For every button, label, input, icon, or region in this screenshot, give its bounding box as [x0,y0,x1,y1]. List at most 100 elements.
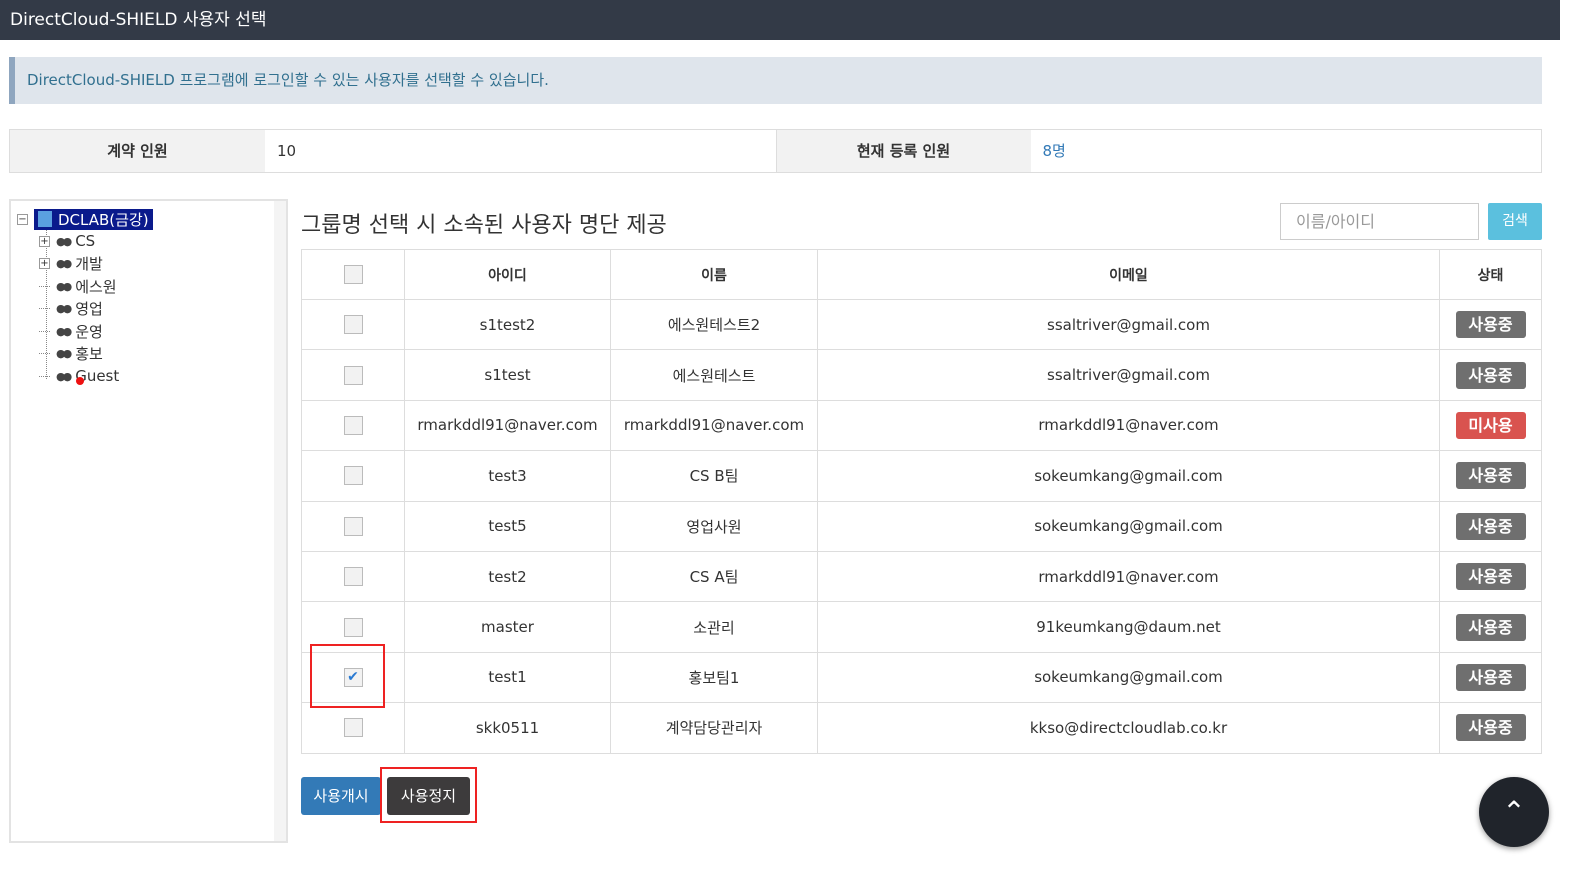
group-icon: ●● [56,279,72,293]
table-row[interactable]: test5 영업사원 sokeumkang@gmail.com 사용중 [301,500,1542,552]
scroll-top-button[interactable]: ⌃ [1479,777,1549,847]
group-icon: ●● [56,234,72,248]
cell-id: test1 [404,651,611,704]
group-icon: ●● [56,257,72,270]
status-badge[interactable]: 미사용 [1455,411,1526,439]
status-badge[interactable]: 사용중 [1455,311,1526,339]
start-use-button[interactable]: 사용개시 [301,777,381,815]
table-row[interactable]: master 소관리 91keumkang@daum.net 사용중 [301,601,1542,653]
tree-group[interactable]: ●● 영업 [39,299,103,319]
tree-group[interactable]: + ●● CS [39,231,95,251]
guest-dot-icon [76,377,84,385]
table-row[interactable]: s1test 에스원테스트 ssaltriver@gmail.com 사용중 [301,349,1542,401]
info-alert: DirectCloud-SHIELD 프로그램에 로그인할 수 있는 사용자를 … [9,57,1542,104]
col-status: 상태 [1439,249,1542,300]
row-checkbox[interactable] [343,718,363,738]
status-badge[interactable]: 사용중 [1455,663,1526,691]
row-checkbox[interactable] [343,567,363,587]
collapse-icon[interactable]: − [17,213,28,225]
highlight-checkbox [310,644,385,708]
cell-email: rmarkddl91@naver.com [817,550,1440,603]
cell-name: 계약담당관리자 [610,702,818,754]
search-button[interactable]: 검색 [1488,203,1542,240]
status-badge[interactable]: 사용중 [1455,361,1526,389]
tree-group-label: 에스원 [75,277,117,296]
contract-label: 계약 인원 [10,130,265,172]
row-checkbox[interactable] [343,617,363,637]
cell-id: master [404,601,611,653]
tree-group-label: CS [75,232,96,250]
section-heading: 그룹명 선택 시 소속된 사용자 명단 제공 [301,213,667,238]
table-row[interactable]: test3 CS B팀 sokeumkang@gmail.com 사용중 [301,450,1542,502]
cell-email: sokeumkang@gmail.com [817,651,1440,704]
table-row[interactable]: test2 CS A팀 rmarkddl91@naver.com 사용중 [301,550,1542,603]
cell-name: 홍보팀1 [610,651,818,704]
group-icon: ●● [56,347,72,360]
table-row[interactable]: s1test2 에스원테스트2 ssaltriver@gmail.com 사용중 [301,298,1542,351]
user-table: 아이디 이름 이메일 상태 s1test2 에스원테스트2 ssaltriver… [301,249,1542,754]
row-checkbox[interactable] [343,415,363,435]
row-checkbox[interactable] [343,466,363,486]
cell-id: test2 [404,550,611,603]
tree-group-label: 운영 [75,322,103,341]
cell-name: 에스원테스트 [610,349,818,401]
group-icon: ●● [56,369,72,383]
cell-email: sokeumkang@gmail.com [817,500,1440,552]
cell-id: test3 [404,450,611,502]
expand-icon[interactable]: + [39,235,50,247]
cell-email: kkso@directcloudlab.co.kr [817,702,1440,754]
contract-value: 10 [277,142,297,160]
row-checkbox[interactable] [343,315,363,335]
status-badge[interactable]: 사용중 [1455,512,1526,540]
tree-connector [39,353,50,354]
group-icon: ●● [56,324,72,338]
status-badge[interactable]: 사용중 [1455,613,1526,641]
cell-name: rmarkddl91@naver.com [610,399,818,452]
registered-value: 8명 [1042,142,1066,160]
expand-icon[interactable]: + [39,258,50,269]
tree-group[interactable]: ●● 에스원 [39,276,117,296]
table-row[interactable]: ✔ test1 홍보팀1 sokeumkang@gmail.com 사용중 [301,651,1542,704]
window-title: DirectCloud-SHIELD 사용자 선택 [0,0,1560,40]
tree-connector [39,375,50,377]
tree-group[interactable]: ●● Guest [39,366,119,386]
table-row[interactable]: rmarkddl91@naver.com rmarkddl91@naver.co… [301,399,1542,452]
tree-resize-handle[interactable] [274,201,286,841]
cell-email: sokeumkang@gmail.com [817,450,1440,502]
row-checkbox[interactable] [343,365,363,385]
cell-id: s1test [404,349,611,401]
tree-group[interactable]: ●● 운영 [39,321,103,341]
cell-id: rmarkddl91@naver.com [404,399,611,452]
stats-bar: 계약 인원 10 현재 등록 인원 8명 [9,129,1542,173]
building-icon [38,211,52,227]
cell-email: ssaltriver@gmail.com [817,298,1440,351]
tree-connector [39,308,50,309]
col-id: 아이디 [404,249,611,300]
select-all-checkbox[interactable] [343,265,363,284]
registered-label: 현재 등록 인원 [775,130,1031,172]
tree-connector [39,285,50,287]
tree-connector [39,330,50,332]
cell-name: 에스원테스트2 [610,298,818,351]
tree-group[interactable]: ●● 홍보 [39,344,103,364]
col-name: 이름 [610,249,818,300]
tree-root[interactable]: DCLAB(금강) [34,208,153,230]
status-badge[interactable]: 사용중 [1455,714,1526,742]
cell-email: 91keumkang@daum.net [817,601,1440,653]
group-tree: − DCLAB(금강) + ●● CS + ●● 개발 ●● 에스원 ●● 영업 ●● 운영 ●● 홍보 ●… [9,199,288,843]
status-badge[interactable]: 사용중 [1455,462,1526,490]
search-input[interactable]: 이름/아이디 [1280,203,1479,240]
cell-name: CS B팀 [610,450,818,502]
col-email: 이메일 [817,249,1440,300]
cell-name: 영업사원 [610,500,818,552]
cell-id: s1test2 [404,298,611,351]
cell-name: CS A팀 [610,550,818,603]
status-badge[interactable]: 사용중 [1455,563,1526,591]
row-checkbox[interactable] [343,516,363,536]
tree-group-label: 영업 [75,300,103,318]
tree-group-label: 홍보 [75,345,103,363]
table-row[interactable]: skk0511 계약담당관리자 kkso@directcloudlab.co.k… [301,702,1542,754]
tree-group[interactable]: + ●● 개발 [39,254,103,274]
cell-name: 소관리 [610,601,818,653]
cell-email: ssaltriver@gmail.com [817,349,1440,401]
